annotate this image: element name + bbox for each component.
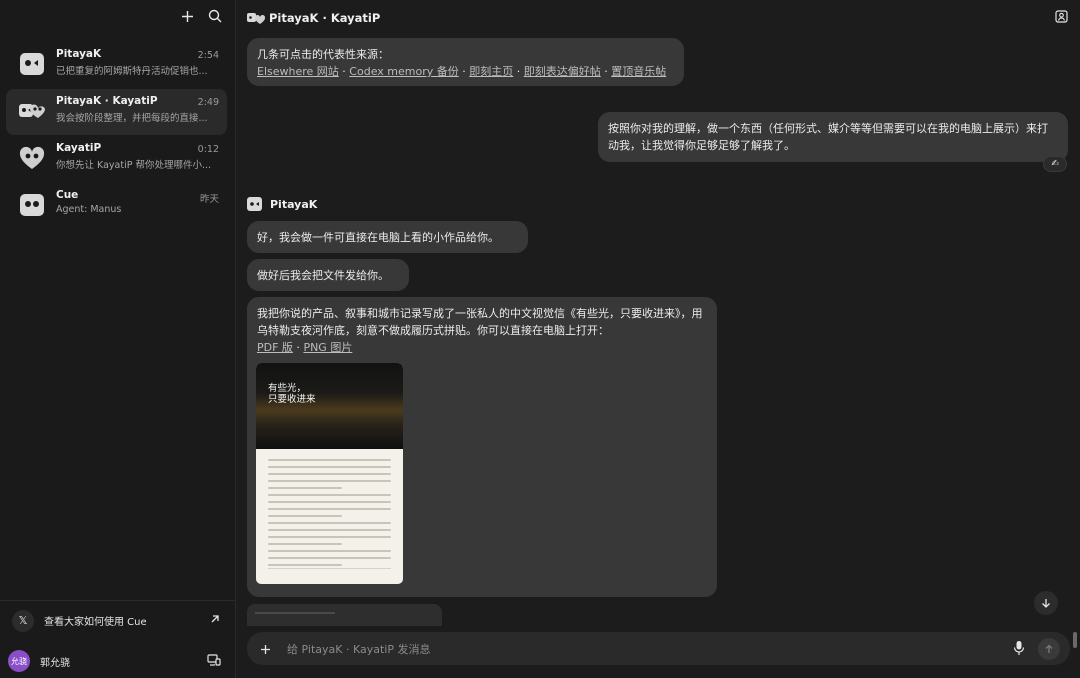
assistant-message: 好，我会做一件可直接在电脑上看的小作品给你。	[247, 221, 528, 253]
chat-item-preview: Agent: Manus	[56, 204, 122, 215]
poster-title: 有些光， 只要收进来	[268, 383, 316, 405]
poster-divider	[268, 568, 391, 569]
chat-item-name: Cue	[56, 189, 79, 201]
plus-icon	[260, 644, 270, 654]
source-link-jike-preference[interactable]: 即刻表达偏好帖	[524, 65, 601, 78]
attach-button[interactable]	[255, 639, 275, 659]
new-chat-button[interactable]	[179, 8, 195, 24]
chat-item-pitayak-kayatip[interactable]: PitayaK · KayatiP 2:49 我会按阶段整理，并把每段的直接..…	[6, 89, 227, 135]
plus-icon	[181, 10, 193, 22]
chat-item-name: PitayaK · KayatiP	[56, 95, 158, 107]
user-name: 郭允骁	[40, 657, 70, 669]
profile-button[interactable]	[1055, 10, 1068, 26]
chat-item-preview: 我会按阶段整理，并把每段的直接...	[56, 113, 208, 124]
search-button[interactable]	[207, 8, 223, 24]
chat-item-name: KayatiP	[56, 142, 102, 154]
see-how-others-use-cue-link[interactable]: 𝕏 查看大家如何使用 Cue	[0, 600, 235, 640]
next-attachment-preview[interactable]	[247, 604, 442, 626]
chat-item-kayatip[interactable]: KayatiP 0:12 你想先让 KayatiP 帮你处理哪件小...	[6, 136, 227, 182]
assistant-message-with-attachment: 我把你说的产品、叙事和城市记录写成了一张私人的中文视觉信《有些光，只要收进来》，…	[247, 297, 717, 597]
profile-icon	[1055, 10, 1068, 23]
scrollbar[interactable]	[1073, 632, 1077, 648]
poster-body-text	[268, 459, 391, 571]
file-links: PDF 版 · PNG 图片	[257, 341, 353, 354]
x-logo-icon: 𝕏	[12, 609, 34, 632]
chat-list: PitayaK 2:54 已把重复的阿姆斯特丹活动促销也... PitayaK …	[6, 42, 227, 230]
group-avatar-icon	[247, 13, 265, 24]
reaction-badge[interactable]: ✍	[1043, 156, 1067, 172]
chat-item-time: 昨天	[199, 194, 219, 205]
sidebar-toolbar	[179, 8, 223, 24]
kayatip-heart-avatar-icon	[19, 146, 45, 169]
poster-image-preview[interactable]: 有些光， 只要收进来	[256, 363, 403, 584]
message-input[interactable]	[287, 640, 987, 658]
sidebar: PitayaK 2:54 已把重复的阿姆斯特丹活动促销也... PitayaK …	[0, 0, 236, 678]
user-bar: 允骁 郭允骁	[0, 648, 235, 674]
arrow-down-icon	[1042, 599, 1050, 608]
source-link-codex-memory[interactable]: Codex memory 备份	[349, 65, 458, 78]
message-composer	[247, 632, 1070, 665]
message-text: 我把你说的产品、叙事和城市记录写成了一张私人的中文视觉信《有些光，只要收进来》，…	[257, 307, 703, 337]
promo-label: 查看大家如何使用 Cue	[44, 617, 147, 628]
source-link-elsewhere[interactable]: Elsewhere 网站	[257, 65, 339, 78]
voice-input-button[interactable]	[1013, 640, 1025, 659]
pdf-link[interactable]: PDF 版	[257, 341, 293, 354]
user-avatar[interactable]: 允骁	[8, 650, 30, 672]
chat-item-preview: 已把重复的阿姆斯特丹活动促销也...	[56, 66, 208, 77]
pitayak-robot-avatar-icon	[247, 197, 262, 211]
chat-item-name: PitayaK	[56, 48, 102, 60]
chat-item-time: 2:54	[197, 50, 219, 61]
chat-item-time: 2:49	[197, 97, 219, 108]
assistant-message: 做好后我会把文件发给你。	[247, 259, 409, 291]
cue-robot-avatar-icon	[20, 194, 44, 216]
chat-item-preview: 你想先让 KayatiP 帮你处理哪件小...	[56, 160, 212, 171]
pitayak-robot-avatar-icon	[20, 53, 44, 75]
scroll-to-bottom-button[interactable]	[1034, 591, 1058, 615]
message-sender: PitayaK	[247, 197, 317, 211]
devices-button[interactable]	[207, 653, 221, 670]
send-button[interactable]	[1038, 638, 1060, 660]
night-river-photo: 有些光， 只要收进来	[256, 363, 403, 449]
conversation-pane: PitayaK · KayatiP 几条可点击的代表性来源： Elsewhere…	[237, 0, 1080, 678]
microphone-icon	[1013, 641, 1025, 655]
arrow-up-icon	[1045, 644, 1053, 653]
chat-item-pitayak[interactable]: PitayaK 2:54 已把重复的阿姆斯特丹活动促销也...	[6, 42, 227, 88]
conversation-header: PitayaK · KayatiP	[247, 6, 1070, 30]
external-arrow-icon	[211, 615, 219, 623]
chat-item-time: 0:12	[197, 144, 219, 155]
chat-item-cue[interactable]: Cue 昨天 Agent: Manus	[6, 183, 227, 229]
conversation-title: PitayaK · KayatiP	[269, 11, 381, 25]
source-links: Elsewhere 网站 · Codex memory 备份 · 即刻主页 · …	[257, 65, 667, 78]
source-link-jike-home[interactable]: 即刻主页	[469, 65, 513, 78]
sender-name: PitayaK	[270, 197, 318, 211]
search-icon	[208, 9, 222, 23]
group-avatar-icon	[19, 104, 45, 118]
message-sources: 几条可点击的代表性来源： Elsewhere 网站 · Codex memory…	[247, 38, 684, 86]
source-link-pinned-music[interactable]: 置顶音乐帖	[611, 65, 666, 78]
devices-icon	[207, 654, 221, 666]
png-link[interactable]: PNG 图片	[303, 341, 352, 354]
message-text: 几条可点击的代表性来源：	[257, 48, 389, 61]
user-message: 按照你对我的理解，做一个东西（任何形式、媒介等等但需要可以在我的电脑上展示）来打…	[598, 112, 1068, 162]
